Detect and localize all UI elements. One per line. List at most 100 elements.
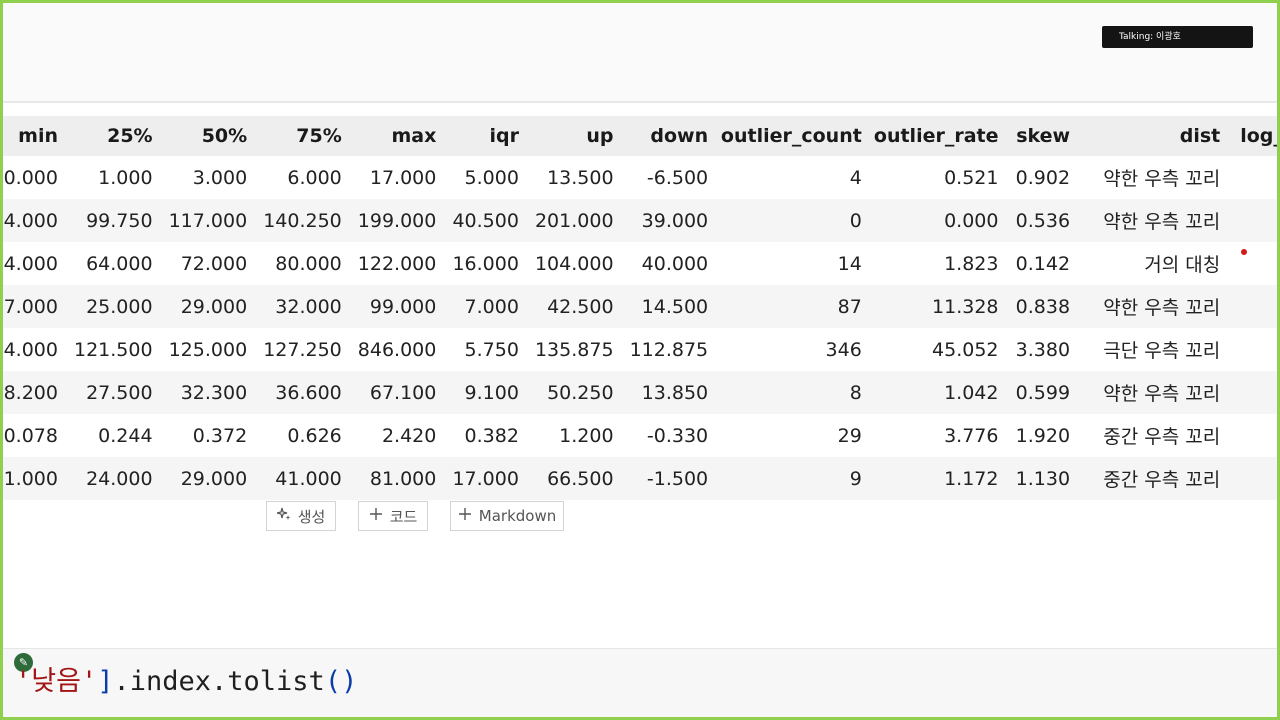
table-cell: 72.000 bbox=[180, 252, 248, 275]
table-cell: 1.172 bbox=[944, 467, 999, 490]
column-header: dist bbox=[1179, 125, 1221, 147]
table-cell bbox=[1220, 242, 1277, 285]
table-cell: 122.000 bbox=[357, 252, 437, 275]
table-cell: 1.200 bbox=[559, 424, 614, 447]
dataframe-output: min 25% 50% 75% max iqr up down outlier_count out… bbox=[3, 116, 1280, 500]
table-cell: 9 bbox=[849, 467, 862, 490]
column-header: iqr bbox=[489, 125, 519, 147]
table-cell: 99.750 bbox=[86, 209, 153, 232]
table-cell: 0.142 bbox=[1015, 252, 1071, 275]
column-header: max bbox=[391, 125, 437, 147]
column-header: log_ bbox=[1240, 125, 1280, 147]
table-cell bbox=[1220, 328, 1277, 371]
insert-cell-toolbar: 생성 코드 Markdown bbox=[3, 501, 1277, 533]
sparkle-icon bbox=[276, 507, 291, 525]
table-cell bbox=[1220, 156, 1277, 199]
add-markdown-cell-button[interactable]: Markdown bbox=[450, 501, 564, 531]
table-cell: 121.500 bbox=[74, 338, 153, 361]
table-cell: 5.750 bbox=[464, 338, 519, 361]
table-cell: 13.850 bbox=[641, 381, 709, 404]
table-cell: 39.000 bbox=[641, 209, 709, 232]
table-cell: 112.875 bbox=[629, 338, 709, 361]
app-frame: Talking: 이광호 min 25% 50% 75% max iqr up down out… bbox=[0, 0, 1280, 720]
output-top-area bbox=[3, 3, 1277, 101]
table-cell: 40.000 bbox=[641, 252, 709, 275]
table-cell: -6.500 bbox=[646, 166, 709, 189]
column-header: outlier_count bbox=[720, 125, 862, 147]
code-token-quote: ' bbox=[80, 666, 98, 697]
table-cell: 7.000 bbox=[3, 295, 58, 318]
column-header: down bbox=[650, 125, 709, 147]
table-row: 0.078 0.244 0.372 0.626 2.420 0.382 1.200 -0.33… bbox=[3, 414, 1277, 457]
table-cell: 1.042 bbox=[944, 381, 999, 404]
table-cell: 4.000 bbox=[3, 252, 58, 275]
column-header: skew bbox=[1016, 125, 1071, 147]
code-token-quote: ' bbox=[15, 666, 32, 697]
table-cell: 99.000 bbox=[369, 295, 437, 318]
table-cell: 0.244 bbox=[98, 424, 153, 447]
table-cell: 104.000 bbox=[534, 252, 614, 275]
table-cell: 81.000 bbox=[369, 467, 437, 490]
plus-icon bbox=[369, 507, 383, 525]
table-cell: 0.521 bbox=[944, 166, 999, 189]
generate-button[interactable]: 생성 bbox=[266, 501, 336, 531]
dataframe-table: min 25% 50% 75% max iqr up down outlier_count out… bbox=[3, 116, 1280, 500]
table-cell: 25.000 bbox=[86, 295, 153, 318]
table-cell: 거의 대칭 bbox=[1144, 254, 1221, 276]
table-cell: 1.000 bbox=[3, 467, 58, 490]
table-cell bbox=[1220, 199, 1277, 242]
table-cell bbox=[1220, 371, 1277, 414]
code-line[interactable]: '낮음'].index.tolist() bbox=[15, 664, 357, 700]
table-cell: 1.823 bbox=[944, 252, 999, 275]
table-cell: 11.328 bbox=[932, 295, 999, 318]
table-cell: 45.052 bbox=[932, 338, 999, 361]
column-header: 25% bbox=[107, 125, 153, 147]
table-cell: 1.000 bbox=[98, 166, 153, 189]
table-row: 7.000 25.000 29.000 32.000 99.000 7.000 42.500… bbox=[3, 285, 1277, 328]
table-cell: 0.372 bbox=[192, 424, 248, 447]
table-row: 8.200 27.500 32.300 36.600 67.100 9.100 50.250… bbox=[3, 371, 1277, 414]
table-cell: 0.599 bbox=[1015, 381, 1071, 404]
table-cell: 중간 우측 꼬리 bbox=[1103, 426, 1221, 448]
column-header: outlier_rate bbox=[873, 125, 999, 147]
generate-label: 생성 bbox=[297, 507, 326, 526]
code-token-paren: ) bbox=[341, 666, 358, 697]
table-cell: 4.000 bbox=[3, 338, 58, 361]
table-cell: 0.838 bbox=[1015, 295, 1071, 318]
table-cell: 29.000 bbox=[180, 295, 248, 318]
column-header: up bbox=[586, 125, 614, 147]
table-cell: 9.100 bbox=[464, 381, 519, 404]
table-cell: 40.500 bbox=[452, 209, 519, 232]
table-cell: 약한 우측 꼬리 bbox=[1103, 168, 1221, 190]
table-cell: 87 bbox=[837, 295, 862, 318]
table-cell: 199.000 bbox=[357, 209, 437, 232]
table-cell: 0.000 bbox=[944, 209, 999, 232]
table-cell: 13.500 bbox=[547, 166, 614, 189]
table-cell: 6.000 bbox=[287, 166, 342, 189]
table-cell: 846.000 bbox=[357, 338, 437, 361]
table-cell: 0.000 bbox=[3, 166, 58, 189]
table-cell: 66.500 bbox=[547, 467, 614, 490]
table-cell: 2.420 bbox=[381, 424, 437, 447]
table-cell: 0 bbox=[849, 209, 862, 232]
column-header: 50% bbox=[201, 125, 248, 147]
code-token-bracket: ] bbox=[97, 666, 114, 697]
table-cell: 32.300 bbox=[180, 381, 248, 404]
table-cell: 약한 우측 꼬리 bbox=[1103, 383, 1221, 405]
talking-indicator: Talking: 이광호 bbox=[1102, 26, 1253, 48]
table-cell: 14.500 bbox=[641, 295, 709, 318]
add-code-cell-button[interactable]: 코드 bbox=[358, 501, 428, 531]
markdown-label: Markdown bbox=[478, 507, 557, 525]
divider bbox=[3, 101, 1277, 103]
table-cell: 36.600 bbox=[275, 381, 342, 404]
table-cell: 32.000 bbox=[275, 295, 342, 318]
table-row: 4.000 64.000 72.000 80.000 122.000 16.000 104.… bbox=[3, 242, 1277, 285]
table-cell: 125.000 bbox=[168, 338, 248, 361]
table-cell bbox=[1220, 414, 1277, 457]
table-row: 4.000 121.500 125.000 127.250 846.000 5.750 13… bbox=[3, 328, 1277, 371]
table-cell: 201.000 bbox=[534, 209, 614, 232]
table-cell: 24.000 bbox=[86, 467, 153, 490]
table-cell: 0.078 bbox=[3, 424, 58, 447]
table-cell bbox=[1220, 285, 1277, 328]
table-cell: 17.000 bbox=[369, 166, 437, 189]
